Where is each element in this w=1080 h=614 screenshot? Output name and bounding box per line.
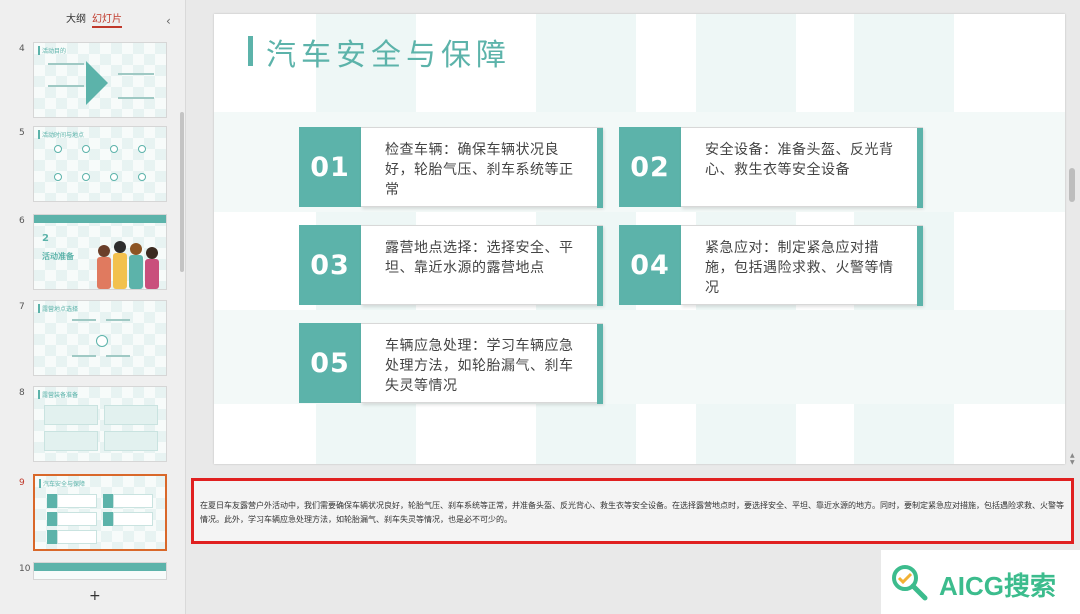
tab-slides[interactable]: 幻灯片 xyxy=(92,10,122,28)
speaker-notes[interactable]: 在夏日车友露营户外活动中，我们需要确保车辆状况良好，轮胎气压、刹车系统等正常，并… xyxy=(191,478,1074,544)
thumbnail-card xyxy=(104,405,158,425)
thumbnail-text-line xyxy=(48,85,84,87)
card-text-box: 露营地点选择：选择安全、平坦、靠近水源的露营地点 xyxy=(361,225,603,306)
splitter-arrows-icon[interactable]: ▲ ▼ xyxy=(1070,452,1075,466)
thumbnail-circle xyxy=(54,173,62,181)
panel-tabs: 大纲 幻灯片 ‹ xyxy=(0,8,186,28)
tab-outline[interactable]: 大纲 xyxy=(66,10,86,25)
slide-number: 5 xyxy=(19,128,25,138)
editor-scrollbar[interactable] xyxy=(1069,168,1075,202)
section-title: 活动准备 xyxy=(42,252,74,261)
thumbnail-circle xyxy=(110,145,118,153)
card-number: 04 xyxy=(619,225,681,305)
thumbnail-title: 活动目的 xyxy=(38,46,66,55)
slide-canvas[interactable]: 汽车安全与保障 01 检查车辆：确保车辆状况良好，轮胎气压、刹车系统等正常 02… xyxy=(214,14,1065,464)
thumbnail-num-box xyxy=(47,530,57,544)
card-text: 安全设备：准备头盔、反光背心、救生衣等安全设备 xyxy=(705,142,894,178)
card-number: 02 xyxy=(619,127,681,207)
magnifier-logo-icon xyxy=(892,565,928,601)
thumbnail-num-box xyxy=(103,512,113,526)
slide-thumbnail-7[interactable]: 露营地点选择 xyxy=(33,300,167,376)
slide-thumbnail-6[interactable]: 2 活动准备 xyxy=(33,214,167,290)
thumbnail-card xyxy=(104,431,158,451)
slide-thumbnail-10[interactable] xyxy=(33,562,167,580)
slide-number: 8 xyxy=(19,388,25,398)
thumbnail-num-box xyxy=(103,494,113,508)
thumbnail-text-line xyxy=(72,319,96,321)
card-text-box: 安全设备：准备头盔、反光背心、救生衣等安全设备 xyxy=(681,127,923,208)
thumbnail-card xyxy=(57,512,97,526)
slide-thumbnail-5[interactable]: 活动时间与地点 xyxy=(33,126,167,202)
safety-card-01[interactable]: 01 检查车辆：确保车辆状况良好，轮胎气压、刹车系统等正常 xyxy=(299,127,603,208)
card-number: 05 xyxy=(299,323,361,403)
thumbnail-text-line xyxy=(106,319,130,321)
people-illustration xyxy=(97,241,159,289)
thumbnail-title: 露营地点选择 xyxy=(38,304,78,313)
card-number: 01 xyxy=(299,127,361,207)
thumbnail-card xyxy=(57,530,97,544)
slide-number: 9 xyxy=(19,478,25,488)
card-number: 03 xyxy=(299,225,361,305)
thumbnail-num-box xyxy=(47,494,57,508)
card-text: 车辆应急处理：学习车辆应急处理方法，如轮胎漏气、刹车失灵等情况 xyxy=(385,338,574,394)
thumbnail-card xyxy=(44,431,98,451)
watermark: AICG搜索 xyxy=(881,550,1080,614)
card-text-box: 检查车辆：确保车辆状况良好，轮胎气压、刹车系统等正常 xyxy=(361,127,603,208)
thumbnail-circle xyxy=(110,173,118,181)
thumbnail-text-line xyxy=(118,97,154,99)
thumbnail-band xyxy=(34,215,166,223)
slides-panel: 大纲 幻灯片 ‹ 4 活动目的 5 活动时间与地点 6 2 活动准备 7 露营地… xyxy=(0,0,186,614)
panel-scrollbar[interactable] xyxy=(180,112,184,272)
thumbnail-title: 汽车安全与保障 xyxy=(39,479,85,488)
thumbnail-text-line xyxy=(106,355,130,357)
slide-number: 7 xyxy=(19,302,25,312)
thumbnail-bulb xyxy=(96,335,108,347)
card-accent-bar xyxy=(597,128,603,208)
thumbnail-circle xyxy=(138,145,146,153)
safety-card-05[interactable]: 05 车辆应急处理：学习车辆应急处理方法，如轮胎漏气、刹车失灵等情况 xyxy=(299,323,603,404)
thumbnail-card xyxy=(113,494,153,508)
watermark-text: AICG搜索 xyxy=(939,571,1057,601)
safety-card-03[interactable]: 03 露营地点选择：选择安全、平坦、靠近水源的露营地点 xyxy=(299,225,603,306)
slide-thumbnail-4[interactable]: 活动目的 xyxy=(33,42,167,118)
thumbnail-card xyxy=(44,405,98,425)
thumbnail-title: 露营装备准备 xyxy=(38,390,78,399)
card-text-box: 紧急应对：制定紧急应对措施，包括遇险求救、火警等情况 xyxy=(681,225,923,306)
thumbnail-num-box xyxy=(47,512,57,526)
card-accent-bar xyxy=(917,226,923,306)
add-slide-button[interactable]: + xyxy=(89,588,101,604)
thumbnail-circle xyxy=(82,173,90,181)
card-accent-bar xyxy=(597,324,603,404)
notes-text[interactable]: 在夏日车友露营户外活动中，我们需要确保车辆状况良好，轮胎气压、刹车系统等正常，并… xyxy=(200,499,1068,527)
slide-number: 6 xyxy=(19,216,25,226)
safety-card-02[interactable]: 02 安全设备：准备头盔、反光背心、救生衣等安全设备 xyxy=(619,127,923,208)
thumbnail-text-line xyxy=(118,73,154,75)
card-accent-bar xyxy=(597,226,603,306)
thumbnail-card xyxy=(57,494,97,508)
thumbnail-card xyxy=(113,512,153,526)
thumbnail-title: 活动时间与地点 xyxy=(38,130,84,139)
card-text: 检查车辆：确保车辆状况良好，轮胎气压、刹车系统等正常 xyxy=(385,142,574,198)
card-accent-bar xyxy=(917,128,923,208)
slide-thumbnail-8[interactable]: 露营装备准备 xyxy=(33,386,167,462)
card-text-box: 车辆应急处理：学习车辆应急处理方法，如轮胎漏气、刹车失灵等情况 xyxy=(361,323,603,404)
slide-title[interactable]: 汽车安全与保障 xyxy=(266,30,511,74)
safety-card-04[interactable]: 04 紧急应对：制定紧急应对措施，包括遇险求救、火警等情况 xyxy=(619,225,923,306)
title-accent-bar xyxy=(248,36,253,66)
card-text: 露营地点选择：选择安全、平坦、靠近水源的露营地点 xyxy=(385,240,574,276)
slide-number: 4 xyxy=(19,44,25,54)
thumbnail-band xyxy=(34,563,166,571)
thumbnail-circle xyxy=(54,145,62,153)
slide-number: 10 xyxy=(19,564,31,574)
collapse-panel-icon[interactable]: ‹ xyxy=(166,14,171,28)
thumbnail-circle xyxy=(82,145,90,153)
thumbnail-text-line xyxy=(48,63,84,65)
thumbnail-circle xyxy=(138,173,146,181)
slide-thumbnail-9[interactable]: 汽车安全与保障 xyxy=(33,474,167,551)
card-text: 紧急应对：制定紧急应对措施，包括遇险求救、火警等情况 xyxy=(705,240,894,296)
thumbnail-text-line xyxy=(72,355,96,357)
section-number: 2 xyxy=(42,233,49,244)
